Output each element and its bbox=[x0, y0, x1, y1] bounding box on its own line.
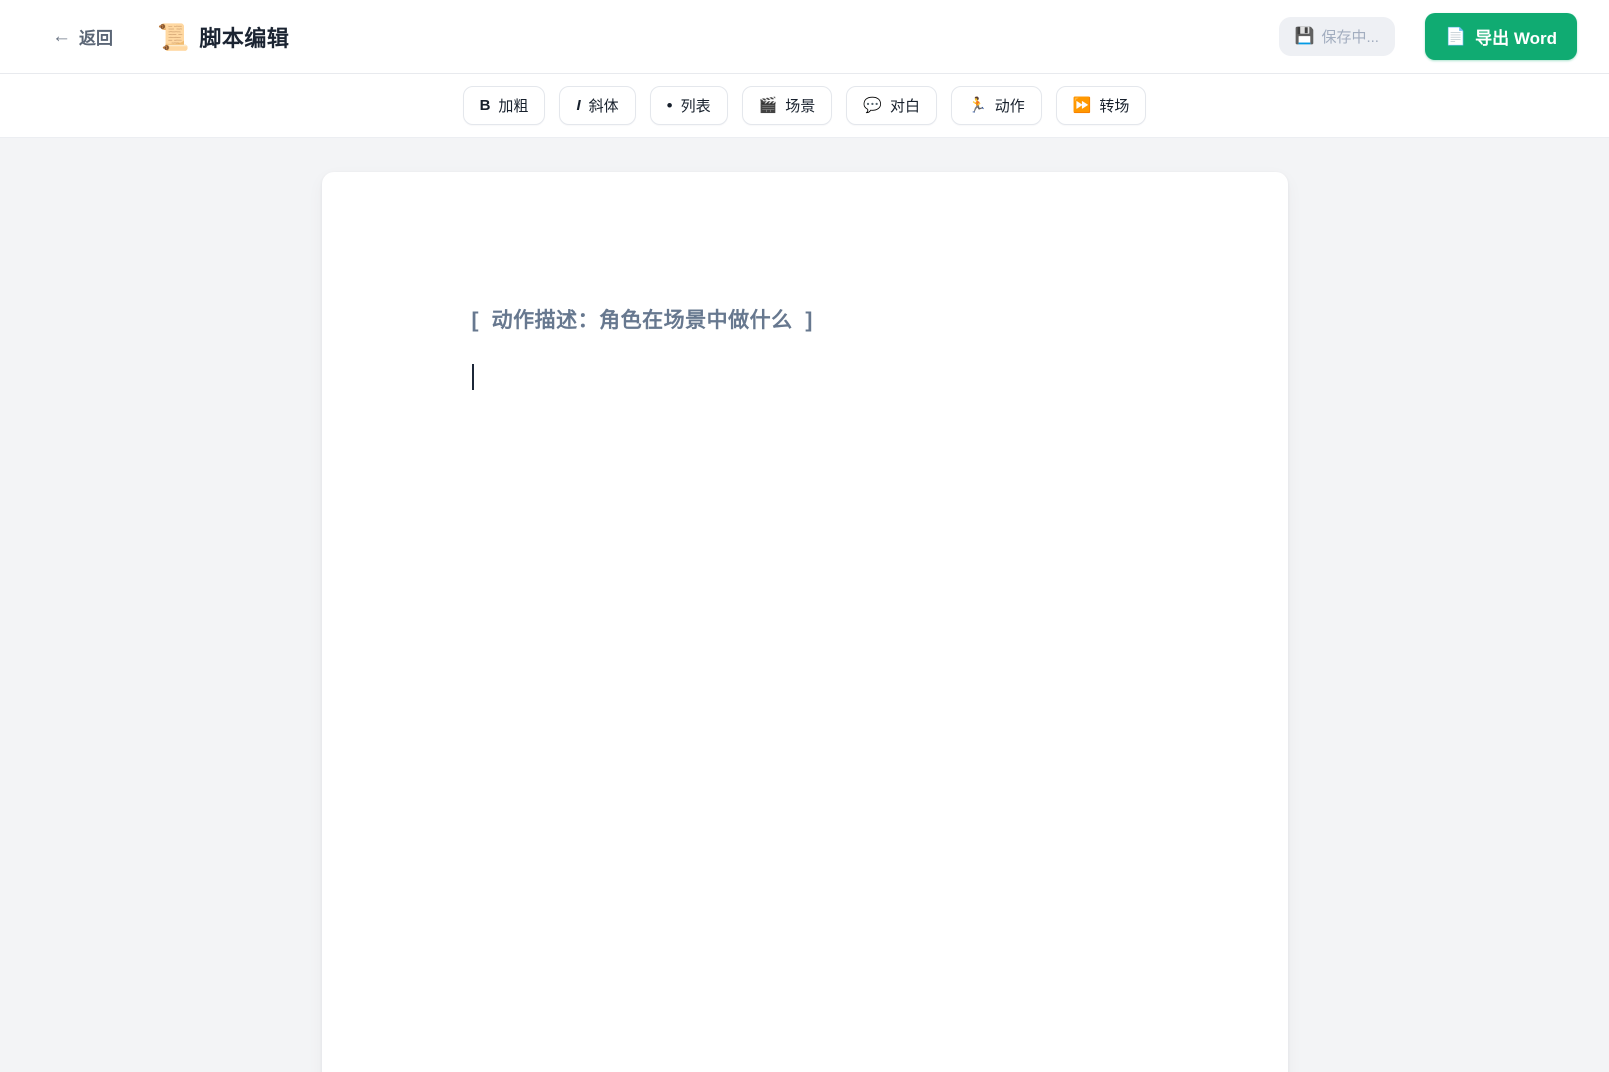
page-title: 脚本编辑 bbox=[199, 25, 290, 51]
bold-label: 加粗 bbox=[498, 98, 529, 115]
list-button[interactable]: • 列表 bbox=[649, 86, 728, 125]
back-label: 返回 bbox=[79, 29, 113, 48]
editor-page[interactable]: [ 动作描述：角色在场景中做什么 ] bbox=[321, 172, 1288, 1072]
italic-icon: I bbox=[576, 97, 581, 114]
back-arrow-icon: ← bbox=[52, 25, 71, 47]
bullet-icon: • bbox=[666, 96, 673, 115]
action-label: 动作 bbox=[994, 98, 1025, 115]
header-left: ← 返回 📜 脚本编辑 bbox=[52, 21, 289, 53]
action-button[interactable]: 🏃 动作 bbox=[951, 86, 1042, 125]
scene-label: 场景 bbox=[785, 98, 816, 115]
scene-button[interactable]: 🎬 场景 bbox=[741, 86, 833, 125]
scroll-icon: 📜 bbox=[157, 21, 190, 52]
speech-bubble-icon: 💬 bbox=[863, 97, 882, 114]
runner-icon: 🏃 bbox=[968, 97, 987, 114]
editor-area: [ 动作描述：角色在场景中做什么 ] bbox=[0, 138, 1609, 1072]
floppy-disk-icon: 💾 bbox=[1294, 27, 1315, 45]
export-word-label: 导出 Word bbox=[1475, 29, 1557, 48]
bold-icon: B bbox=[479, 97, 491, 114]
save-status-label: 保存中... bbox=[1321, 29, 1379, 46]
list-label: 列表 bbox=[680, 98, 711, 115]
text-cursor bbox=[471, 364, 474, 390]
transition-button[interactable]: ⏩ 转场 bbox=[1055, 86, 1147, 125]
clapperboard-icon: 🎬 bbox=[758, 97, 778, 114]
export-word-button[interactable]: 📄 导出 Word bbox=[1424, 13, 1577, 60]
save-status-button[interactable]: 💾 保存中... bbox=[1278, 17, 1395, 56]
formatting-toolbar: B 加粗 I 斜体 • 列表 🎬 场景 💬 对白 🏃 动作 ⏩ 转场 bbox=[0, 74, 1609, 138]
header: ← 返回 📜 脚本编辑 💾 保存中... 📄 导出 Word bbox=[0, 0, 1609, 74]
action-placeholder-text: [ 动作描述：角色在场景中做什么 ] bbox=[471, 309, 813, 332]
title-group: 📜 脚本编辑 bbox=[157, 21, 289, 53]
italic-label: 斜体 bbox=[588, 98, 619, 115]
document-icon: 📄 bbox=[1444, 27, 1467, 46]
transition-label: 转场 bbox=[1099, 98, 1130, 115]
dialogue-label: 对白 bbox=[889, 98, 920, 115]
italic-button[interactable]: I 斜体 bbox=[559, 86, 636, 125]
bold-button[interactable]: B 加粗 bbox=[462, 86, 546, 125]
header-right: 💾 保存中... 📄 导出 Word bbox=[1278, 13, 1577, 60]
fast-forward-icon: ⏩ bbox=[1072, 97, 1092, 114]
back-button[interactable]: ← 返回 bbox=[52, 24, 113, 49]
dialogue-button[interactable]: 💬 对白 bbox=[846, 86, 937, 125]
current-line bbox=[471, 359, 1138, 395]
